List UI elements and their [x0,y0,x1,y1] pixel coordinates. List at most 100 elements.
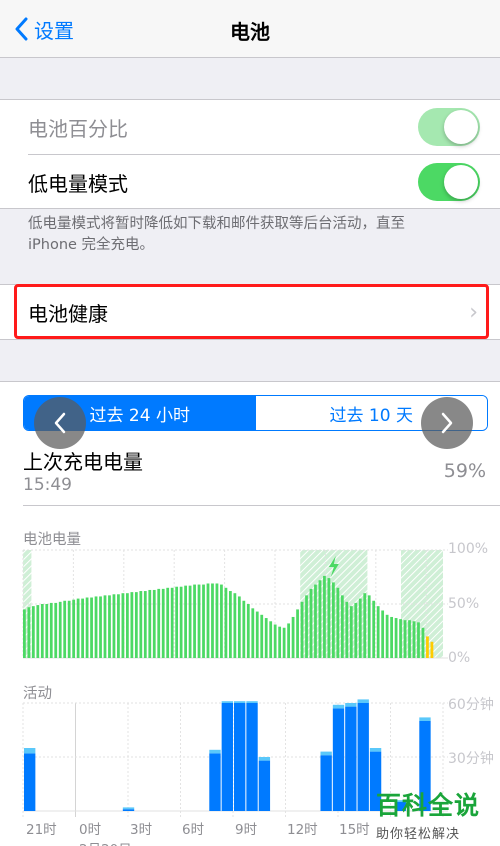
battery-level-bar [224,587,228,658]
battery-level-bar [85,597,89,658]
activity-bar-screen-on [357,703,369,811]
divider [23,505,500,506]
battery-level-bar [121,593,125,658]
battery-level-bar [309,588,313,658]
next-button[interactable] [421,397,473,449]
chevron-right-icon [441,412,453,434]
battery-level-bar [99,596,102,658]
battery-level-bar [349,606,353,658]
time-range-control: 过去 24 小时 过去 10 天 [23,395,488,431]
low-power-mode-toggle[interactable] [418,163,480,201]
battery-level-bar [45,604,49,658]
battery-level-bar [300,601,304,658]
battery-level-bar [260,614,264,658]
battery-level-bar [27,607,31,658]
battery-level-bar [421,627,425,658]
activity-bar-screen-off [357,699,369,703]
x-tick-label: 15时 [339,822,370,838]
battery-level-bar [152,589,156,658]
battery-level-bar [161,588,165,658]
battery-level-bar [246,604,250,658]
battery-level-bar [117,594,120,658]
battery-level-bar [242,600,246,658]
battery-level-bar [197,584,201,658]
y-tick-label: 0% [448,650,471,666]
battery-level-bar [90,597,93,658]
activity-bar-screen-on [246,703,258,811]
battery-level-bar [184,585,187,658]
battery-level-bar [134,592,138,658]
x-tick-label: 3时 [130,822,153,838]
battery-level-bar [278,626,282,658]
activity-bar-screen-off [24,748,36,754]
x-tick-label: 0时 [79,822,102,838]
battery-level-bar [76,598,80,658]
battery-level-bar [323,575,326,658]
power-settings-group: 电池百分比 低电量模式 [0,99,500,209]
battery-level-bar [40,604,44,658]
battery-level-bar [385,614,389,658]
battery-level-bar [394,618,398,658]
battery-level-bar [139,591,143,658]
battery-level-bar [273,624,277,658]
battery-level-bar [54,602,58,658]
battery-level-bar [354,602,358,658]
battery-level-bar [58,601,62,658]
activity-bar-screen-off [419,717,431,721]
activity-bar-screen-off [246,701,258,703]
battery-level-bar [367,595,371,658]
battery-level-bar [130,592,134,658]
battery-level-bar [36,605,40,658]
footnote-line: 低电量模式将暂时降低如下载和邮件获取等后台活动，直至 [28,216,405,232]
battery-level-bar [94,596,98,658]
battery-level-bar [363,593,367,658]
battery-level-bar [67,600,71,658]
battery-level-bar [103,595,107,658]
battery-level-bar [345,601,349,658]
battery-level-bar [403,620,407,658]
battery-level-bar [287,623,290,658]
page-title: 电池 [230,20,270,44]
battery-level-bar [264,618,268,658]
highlight-box [14,284,489,339]
last-charge-time: 15:49 [23,475,72,495]
battery-level-bar [412,621,416,658]
last-charge-percent: 59% [443,460,486,482]
battery-level-bar [305,595,308,658]
navigation-bar: 设置 电池 [0,0,500,58]
battery-level-bar [314,584,317,658]
battery-percentage-label: 电池百分比 [28,117,128,141]
battery-level-bar [31,606,35,658]
x-tick-label: 12时 [287,822,318,838]
x-tick-label: 6时 [182,822,205,838]
battery-level-bar [251,608,255,658]
battery-level-bar [318,580,322,658]
activity-bar-screen-off [345,703,357,707]
battery-level-bar [233,593,237,658]
x-tick-label: 21时 [26,822,57,838]
battery-level-bar [327,578,331,658]
battery-level-bar [175,586,179,658]
activity-bar-screen-on [221,703,234,811]
battery-level-bar [332,582,335,658]
battery-level-bar [170,587,174,658]
activity-bar-screen-on [345,706,357,811]
battery-level-bar [72,599,76,658]
previous-button[interactable] [34,397,86,449]
battery-level-bar [220,584,223,658]
battery-level-bar [340,595,344,658]
y-tick-label: 30分钟 [448,751,494,767]
battery-level-bar [49,602,53,658]
activity-bar-screen-off [122,807,135,810]
activity-bar-screen-off [221,701,234,703]
battery-level-bar [112,594,116,658]
battery-level-bar [282,627,286,658]
battery-level-bar [211,583,214,658]
y-tick-label: 50% [448,596,480,612]
battery-percentage-toggle[interactable] [418,108,480,146]
battery-level-bar [336,587,340,658]
battery-level-bar [390,616,393,658]
battery-level-bar [255,611,259,658]
activity-bar-screen-on [122,809,135,811]
activity-bar-screen-off [369,748,382,752]
